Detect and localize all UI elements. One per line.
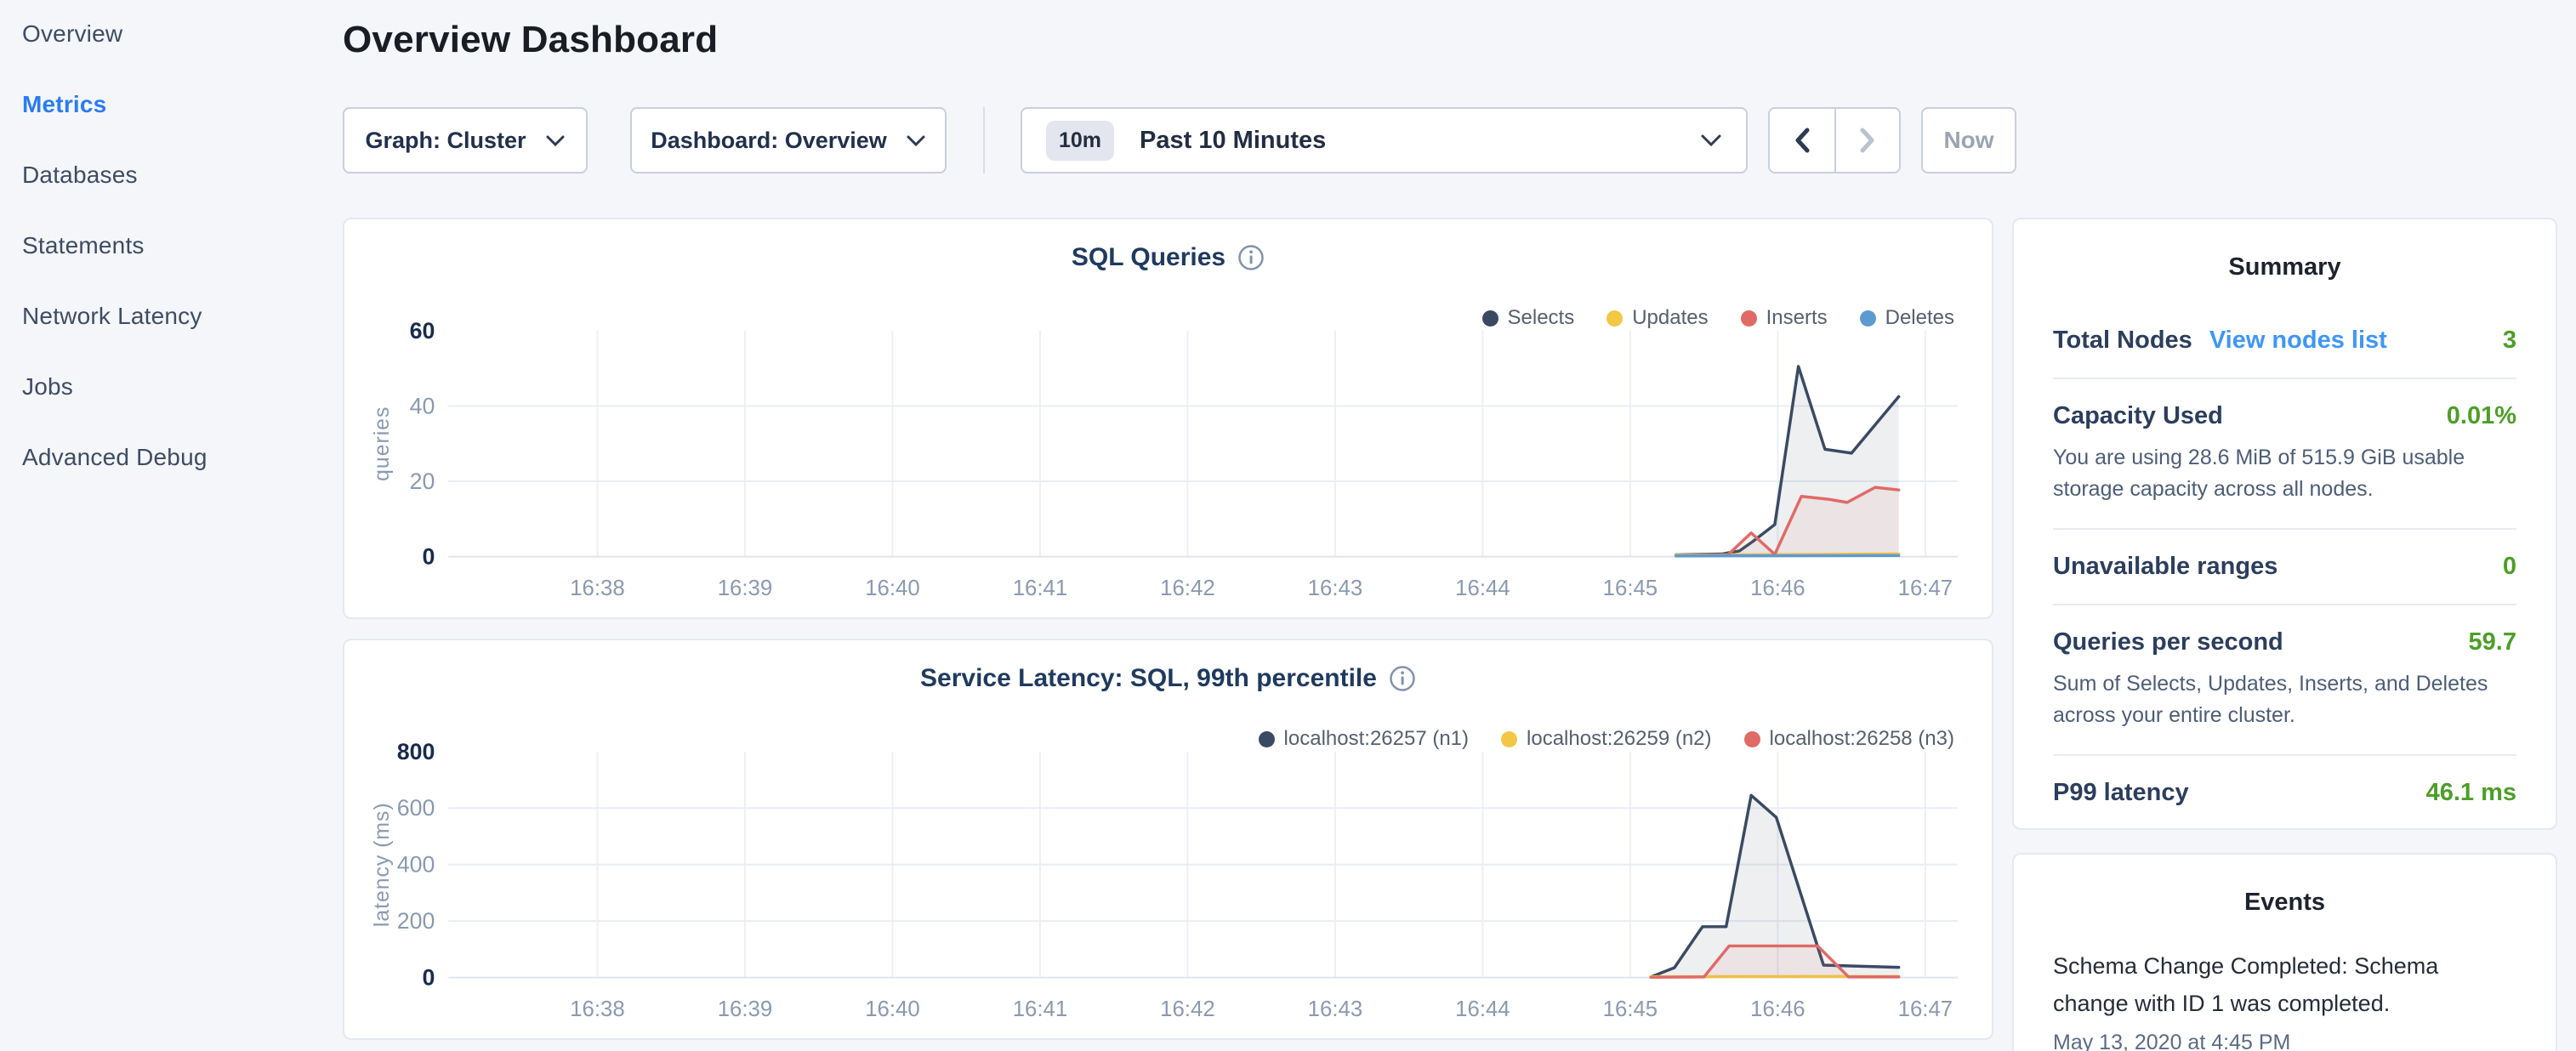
sidebar-item-advanced-debug[interactable]: Advanced Debug bbox=[22, 444, 208, 471]
summary-row: Capacity Used 0.01% You are using 28.6 MiB… bbox=[2053, 378, 2516, 528]
chevron-left-icon bbox=[1792, 126, 1812, 155]
sidebar-item-statements[interactable]: Statements bbox=[22, 232, 145, 259]
svg-text:16:40: 16:40 bbox=[865, 997, 919, 1021]
summary-row-label: Unavailable ranges bbox=[2053, 553, 2277, 581]
graph-dropdown[interactable]: Graph: Cluster bbox=[343, 107, 588, 173]
svg-text:40: 40 bbox=[410, 393, 435, 418]
summary-row: P99 latency 46.1 ms bbox=[2053, 754, 2516, 830]
sql-queries-chart-card: SQL Queries SelectsUpdatesInsertsDeletes… bbox=[343, 218, 1993, 619]
summary-row-value: 46.1 ms bbox=[2426, 779, 2516, 807]
svg-text:16:46: 16:46 bbox=[1750, 577, 1805, 600]
summary-row: Queries per second 59.7 Sum of Selects, Up… bbox=[2053, 604, 2516, 754]
svg-text:latency (ms): latency (ms) bbox=[371, 802, 394, 927]
svg-text:800: 800 bbox=[397, 739, 435, 764]
svg-text:16:42: 16:42 bbox=[1160, 997, 1214, 1021]
service-latency-chart-card: Service Latency: SQL, 99th percentile lo… bbox=[343, 639, 1993, 1040]
svg-text:queries: queries bbox=[371, 406, 394, 481]
line-chart: 16:38 16:39 16:40 16:41 16:42 16:43 16:44 16:45… bbox=[344, 219, 1992, 617]
time-step-buttons bbox=[1768, 107, 1901, 173]
time-range-label: Past 10 Minutes bbox=[1140, 127, 1326, 155]
sidebar-item-jobs[interactable]: Jobs bbox=[22, 373, 73, 401]
svg-text:16:43: 16:43 bbox=[1308, 577, 1362, 600]
event-item: Schema Change Completed: Schema change w… bbox=[2053, 947, 2516, 1051]
chevron-down-icon bbox=[906, 134, 926, 147]
svg-text:16:38: 16:38 bbox=[570, 577, 624, 600]
svg-text:0: 0 bbox=[422, 544, 435, 570]
svg-text:400: 400 bbox=[397, 852, 435, 878]
page-title: Overview Dashboard bbox=[343, 19, 718, 61]
svg-text:16:45: 16:45 bbox=[1603, 577, 1658, 600]
svg-text:16:41: 16:41 bbox=[1013, 997, 1067, 1021]
summary-row-value: 0.01% bbox=[2447, 402, 2516, 430]
events-heading: Events bbox=[2014, 889, 2556, 917]
events-panel: Events Schema Change Completed: Schema c… bbox=[2012, 853, 2557, 1051]
controls-divider bbox=[983, 107, 985, 173]
summary-row-label: Total Nodes bbox=[2053, 327, 2192, 355]
summary-row: Total Nodes View nodes list 3 bbox=[2053, 304, 2516, 378]
line-chart: 16:38 16:39 16:40 16:41 16:42 16:43 16:44 16:45… bbox=[344, 640, 1992, 1038]
svg-text:16:39: 16:39 bbox=[718, 577, 772, 600]
svg-text:16:42: 16:42 bbox=[1160, 577, 1214, 600]
summary-row-value: 3 bbox=[2503, 327, 2516, 355]
graph-dropdown-label: Graph: Cluster bbox=[365, 128, 526, 154]
sidebar-nav: Overview Metrics Databases Statements Networ… bbox=[0, 0, 340, 1051]
summary-row-description: Sum of Selects, Updates, Inserts, and De… bbox=[2053, 668, 2516, 731]
svg-text:16:47: 16:47 bbox=[1898, 997, 1953, 1021]
next-timespan-button[interactable] bbox=[1834, 109, 1899, 172]
now-button[interactable]: Now bbox=[1921, 107, 2016, 173]
summary-row-label: Queries per second bbox=[2053, 628, 2283, 656]
chevron-right-icon bbox=[1857, 126, 1878, 155]
summary-row-head: Queries per second 59.7 bbox=[2053, 628, 2516, 656]
summary-row-head: P99 latency 46.1 ms bbox=[2053, 779, 2516, 807]
summary-row-head: Total Nodes View nodes list 3 bbox=[2053, 327, 2516, 355]
summary-panel: Summary Total Nodes View nodes list 3 Capac… bbox=[2012, 218, 2557, 830]
summary-row-label: P99 latency bbox=[2053, 779, 2189, 807]
svg-text:16:45: 16:45 bbox=[1603, 997, 1658, 1021]
svg-text:20: 20 bbox=[410, 469, 435, 494]
summary-row-head: Capacity Used 0.01% bbox=[2053, 402, 2516, 430]
svg-text:16:46: 16:46 bbox=[1750, 997, 1805, 1021]
svg-text:60: 60 bbox=[410, 318, 435, 344]
event-timestamp: May 13, 2020 at 4:45 PM bbox=[2053, 1031, 2516, 1051]
summary-row: Unavailable ranges 0 bbox=[2053, 528, 2516, 604]
dashboard-dropdown[interactable]: Dashboard: Overview bbox=[630, 107, 947, 173]
sidebar-item-metrics[interactable]: Metrics bbox=[22, 91, 106, 118]
chevron-down-icon bbox=[545, 134, 566, 147]
sidebar-item-network-latency[interactable]: Network Latency bbox=[22, 303, 202, 330]
svg-text:16:44: 16:44 bbox=[1455, 577, 1510, 600]
events-list: Schema Change Completed: Schema change w… bbox=[2053, 947, 2516, 1051]
summary-row-description: You are using 28.6 MiB of 515.9 GiB usab… bbox=[2053, 442, 2516, 505]
svg-text:16:40: 16:40 bbox=[865, 577, 919, 600]
summary-row-value: 0 bbox=[2503, 553, 2516, 581]
svg-text:16:39: 16:39 bbox=[718, 997, 772, 1021]
svg-text:200: 200 bbox=[397, 908, 435, 934]
svg-text:16:47: 16:47 bbox=[1898, 577, 1953, 600]
summary-heading: Summary bbox=[2014, 253, 2556, 281]
sidebar-item-overview[interactable]: Overview bbox=[22, 20, 122, 48]
svg-text:600: 600 bbox=[397, 795, 435, 821]
svg-text:16:43: 16:43 bbox=[1308, 997, 1362, 1021]
dashboard-dropdown-label: Dashboard: Overview bbox=[651, 128, 887, 154]
summary-row-value: 59.7 bbox=[2469, 628, 2516, 656]
summary-row-label: Capacity Used bbox=[2053, 402, 2223, 430]
svg-text:0: 0 bbox=[422, 965, 435, 991]
summary-rows: Total Nodes View nodes list 3 Capacity Used… bbox=[2053, 304, 2516, 830]
summary-row-head: Unavailable ranges 0 bbox=[2053, 553, 2516, 581]
previous-timespan-button[interactable] bbox=[1770, 109, 1834, 172]
svg-text:16:44: 16:44 bbox=[1455, 997, 1510, 1021]
svg-text:16:38: 16:38 bbox=[570, 997, 624, 1021]
summary-row-link[interactable]: View nodes list bbox=[2209, 327, 2387, 355]
svg-text:16:41: 16:41 bbox=[1013, 577, 1067, 600]
event-message: Schema Change Completed: Schema change w… bbox=[2053, 947, 2516, 1022]
sidebar-item-databases[interactable]: Databases bbox=[22, 162, 138, 189]
time-range-badge: 10m bbox=[1046, 121, 1114, 161]
chevron-down-icon bbox=[1700, 134, 1722, 147]
time-range-selector[interactable]: 10m Past 10 Minutes bbox=[1021, 107, 1748, 173]
